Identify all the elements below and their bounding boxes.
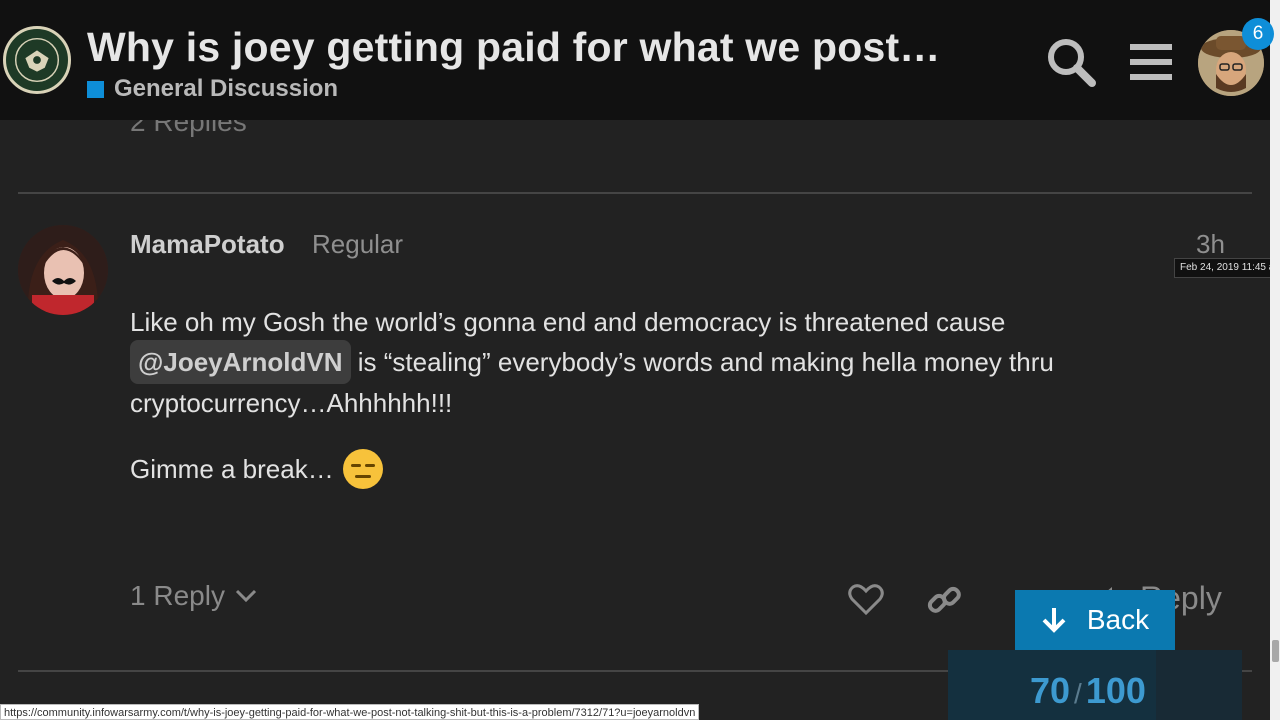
category-name: General Discussion: [114, 75, 339, 102]
site-header: Why is joey getting paid for what we pos…: [0, 0, 1274, 120]
heart-icon[interactable]: [844, 578, 888, 622]
back-button[interactable]: Back: [1015, 590, 1175, 650]
replies-toggle-button[interactable]: 1 Reply: [130, 580, 257, 612]
hamburger-menu-icon[interactable]: [1123, 34, 1179, 90]
post-date[interactable]: 3h: [1196, 229, 1225, 260]
chevron-down-icon: [235, 589, 257, 603]
status-bar-url: https://community.infowarsarmy.com/t/why…: [0, 704, 700, 720]
progress-separator: /: [1074, 678, 1082, 709]
category-badge[interactable]: General Discussion: [87, 75, 339, 102]
post-text-segment: Like oh my Gosh the world’s gonna end an…: [130, 307, 1006, 337]
replies-label: 1 Reply: [130, 580, 225, 611]
date-tooltip: Feb 24, 2019 11:45 am: [1174, 258, 1280, 278]
post-divider: [18, 192, 1252, 194]
post-author-avatar[interactable]: [18, 225, 108, 315]
post-text-segment: Gimme a break…: [130, 453, 334, 484]
topic-title[interactable]: Why is joey getting paid for what we pos…: [87, 24, 941, 71]
back-label: Back: [1086, 604, 1150, 635]
post-body: Like oh my Gosh the world’s gonna end an…: [130, 303, 1230, 423]
link-icon[interactable]: [922, 578, 966, 622]
progress-current: 70: [1030, 670, 1071, 711]
army-seal-icon: [7, 30, 67, 90]
category-color-square: [87, 80, 104, 98]
post-user-title: Regular: [312, 229, 404, 259]
progress-total: 100: [1085, 670, 1146, 711]
post-username[interactable]: MamaPotato: [130, 229, 285, 260]
timeline-scroller[interactable]: [1156, 650, 1242, 720]
user-mention[interactable]: @JoeyArnoldVN: [130, 339, 351, 384]
arrow-down-icon: [1041, 606, 1067, 634]
notification-count-badge[interactable]: 6: [1242, 18, 1274, 50]
post-paragraph: Gimme a break…: [130, 448, 384, 490]
post-progress[interactable]: 70/100: [1030, 670, 1146, 712]
scrollbar-thumb[interactable]: [1272, 640, 1279, 662]
search-icon[interactable]: [1043, 34, 1099, 90]
page-scrollbar[interactable]: [1270, 0, 1280, 720]
site-logo[interactable]: [3, 26, 71, 94]
expressionless-face-emoji: [342, 448, 384, 490]
